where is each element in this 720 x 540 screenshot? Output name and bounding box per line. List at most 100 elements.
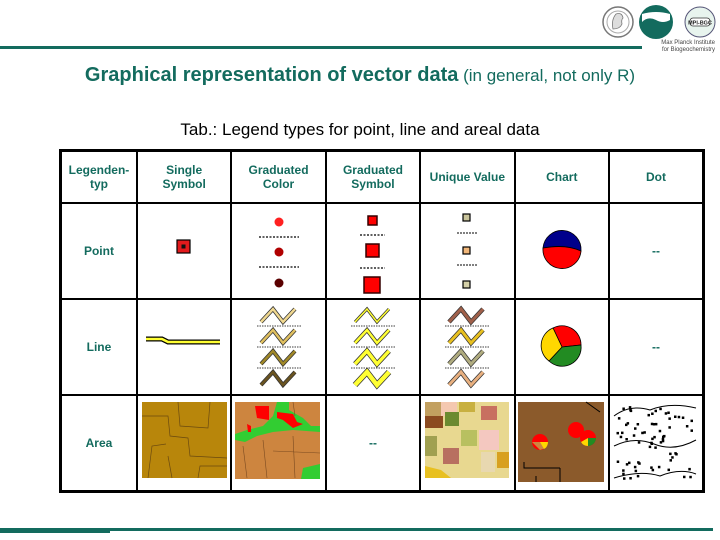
dot-mark <box>667 411 670 414</box>
pie-chart-symbol-icon <box>542 230 582 269</box>
minerva-logo-icon <box>602 6 634 38</box>
area-graduated-symbol: -- <box>324 394 422 493</box>
peach-square-icon <box>462 246 471 255</box>
dot-mark <box>650 441 653 445</box>
dot-mark <box>689 475 692 479</box>
dot-mark <box>626 422 630 425</box>
mid-red-dot-icon <box>274 247 284 257</box>
dot-mark <box>625 438 628 441</box>
dot-mark <box>659 407 662 411</box>
graduated-symbol-line-icon-2 <box>350 326 395 348</box>
unique-value-line-icon-3 <box>445 347 490 369</box>
area-single-symbol <box>135 394 233 493</box>
unique-value-line-icon-4 <box>447 368 486 389</box>
mpi-bgc-seal-icon: MPI-BGC <box>684 6 716 38</box>
dot-mark <box>661 439 665 443</box>
dot-mark <box>622 407 625 410</box>
line-graduated-symbol <box>324 298 422 396</box>
dot-mark <box>634 469 638 473</box>
graduated-color-map-icon <box>234 401 320 479</box>
graduated-symbol-line-icon-3 <box>350 347 395 369</box>
table-row-area: Area -- <box>59 394 705 493</box>
header-rule <box>0 46 642 49</box>
dot-mark <box>681 416 685 419</box>
unique-value-line-icon-2 <box>445 326 490 348</box>
legend-types-table: Legenden-typ Single Symbol Graduated Color… <box>59 149 705 493</box>
area-chart <box>513 394 611 493</box>
dot-mark <box>690 429 693 432</box>
dot-mark <box>636 474 640 478</box>
dot-density-map-icon <box>612 402 698 482</box>
dot-mark <box>632 434 636 437</box>
graduated-symbol-line-icon-4 <box>352 367 392 390</box>
dot-mark <box>648 445 652 449</box>
table-row-line: Line -- <box>59 298 705 396</box>
title-main: Graphical representation of vector data <box>84 64 459 86</box>
page-title: Graphical representation of vector data … <box>0 64 720 87</box>
graduated-color-line-icon-3 <box>256 347 301 369</box>
dot-mark <box>663 434 666 438</box>
institute-line-2: for Biogeochemistry <box>661 47 715 53</box>
dot-mark <box>634 427 637 430</box>
point-graduated-color <box>230 202 327 300</box>
title-subtitle: (in general, not only R) <box>458 66 636 85</box>
table-header-row: Legenden-typ Single Symbol Graduated Color… <box>59 149 705 204</box>
graduated-color-line-icon-4 <box>259 368 297 389</box>
dot-mark <box>633 465 637 469</box>
gray-square-icon <box>462 280 471 289</box>
light-red-dot-icon <box>274 217 284 227</box>
dot-mark <box>622 469 625 472</box>
dot-mark <box>616 431 619 435</box>
table-row-point: Point -- <box>59 202 705 300</box>
line-single-symbol <box>135 298 233 396</box>
dark-red-dot-icon <box>274 278 284 288</box>
svg-text:MPI-BGC: MPI-BGC <box>688 21 712 27</box>
dot-mark <box>647 413 650 417</box>
dot-mark <box>628 461 631 465</box>
header-single-symbol: Single Symbol <box>135 149 233 204</box>
header-dot: Dot <box>608 149 705 204</box>
dot-mark <box>651 412 654 415</box>
header-graduated-symbol: Graduated Symbol <box>324 149 422 204</box>
table-caption: Tab.: Legend types for point, line and a… <box>180 120 540 139</box>
graduated-symbol-line-icon-1 <box>350 306 395 327</box>
institute-line-1: Max Planck Institute <box>661 40 715 46</box>
unique-value-map-icon <box>425 402 510 478</box>
institute-name: Max Planck Institute for Biogeochemistry <box>637 40 715 54</box>
row-label-point: Point <box>59 202 138 300</box>
dot-mark <box>668 417 671 420</box>
row-label-area: Area <box>59 394 138 493</box>
beige-square-icon <box>462 213 471 222</box>
unique-value-line-icon-1 <box>445 305 490 327</box>
dot-mark <box>671 456 674 459</box>
dot-mark <box>623 477 626 480</box>
dot-mark <box>654 422 658 426</box>
chart-map-icon <box>517 401 604 482</box>
dot-mark <box>690 419 693 423</box>
dot-mark <box>636 423 640 426</box>
line-chart <box>513 298 611 396</box>
dot-mark <box>621 431 624 435</box>
footer-rule-accent <box>0 528 110 533</box>
dot-mark <box>617 417 621 420</box>
dot-mark <box>688 467 691 471</box>
dot-mark <box>650 466 653 469</box>
dot-mark <box>657 465 661 469</box>
point-chart <box>513 202 611 300</box>
dot-mark <box>651 468 655 472</box>
dot-mark <box>653 435 656 439</box>
dot-mark <box>637 441 641 444</box>
dot-mark <box>641 431 644 435</box>
dot-mark <box>619 435 623 439</box>
point-dot: -- <box>608 202 705 300</box>
dot-mark <box>669 452 672 456</box>
point-unique-value <box>419 202 516 300</box>
header-unique-value: Unique Value <box>419 149 516 204</box>
point-graduated-symbol <box>324 202 422 300</box>
large-square-icon <box>363 276 381 294</box>
area-dot <box>608 394 705 493</box>
graduated-color-line-icon-2 <box>256 326 301 348</box>
area-graduated-color <box>230 394 327 493</box>
header-chart: Chart <box>513 149 611 204</box>
dot-mark <box>669 459 672 462</box>
